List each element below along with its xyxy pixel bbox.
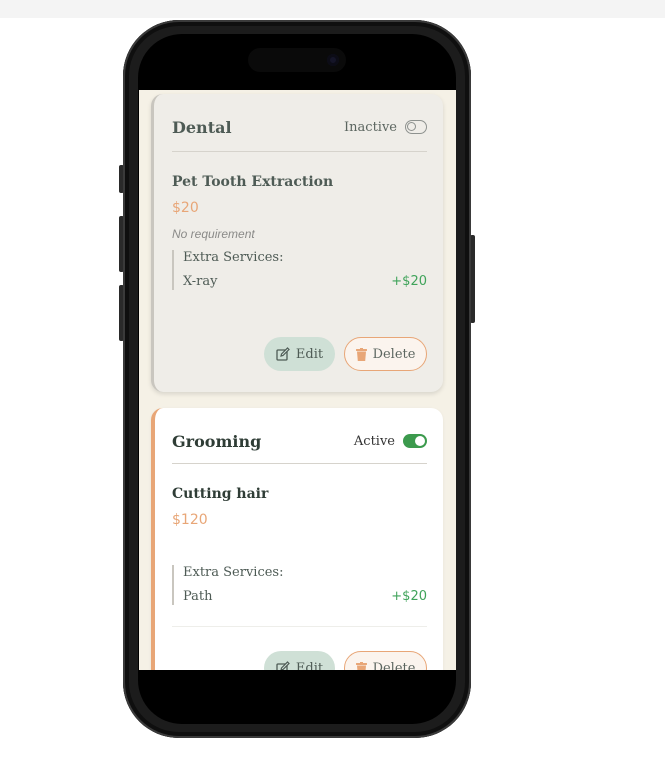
edit-button-label: Edit — [295, 346, 324, 362]
delete-button[interactable]: Delete — [344, 337, 427, 371]
front-camera-icon — [327, 54, 339, 66]
service-price: $120 — [172, 512, 208, 528]
service-name: Pet Tooth Extraction — [172, 174, 334, 190]
browser-top-strip — [0, 0, 665, 18]
extra-services-label: Extra Services: — [183, 565, 284, 580]
status-label: Active — [353, 433, 395, 449]
toggle-on-icon[interactable] — [403, 434, 427, 448]
edit-button-label: Edit — [295, 660, 324, 671]
extra-service-row: X-ray +$20 — [183, 274, 427, 290]
extra-services: Extra Services: Path +$20 — [172, 565, 427, 605]
card-header: Dental Inactive — [172, 114, 427, 140]
service-name: Cutting hair — [172, 486, 269, 502]
delete-button-label: Delete — [372, 660, 416, 671]
card-divider — [172, 463, 427, 464]
status-toggle-group[interactable]: Inactive — [344, 120, 427, 135]
card-header: Grooming Active — [172, 428, 427, 454]
delete-button[interactable]: Delete — [344, 651, 427, 670]
trash-icon — [355, 347, 367, 361]
service-card-grooming: Grooming Active Cutting hair $120 Extra … — [151, 408, 443, 670]
edit-button[interactable]: Edit — [264, 337, 335, 371]
card-divider — [172, 626, 427, 627]
edit-icon — [276, 661, 290, 670]
services-list[interactable]: Dental Inactive Pet Tooth Extraction $20… — [139, 90, 456, 670]
delete-button-label: Delete — [372, 346, 416, 362]
edit-button[interactable]: Edit — [264, 651, 335, 670]
card-actions: Edit Delete — [264, 337, 427, 371]
extra-service-price: +$20 — [391, 589, 427, 604]
extra-service-name: X-ray — [183, 274, 218, 289]
status-label: Inactive — [344, 119, 397, 135]
trash-icon — [355, 661, 367, 670]
extra-service-price: +$20 — [391, 274, 427, 289]
toggle-off-icon[interactable] — [405, 120, 427, 134]
status-toggle-group[interactable]: Active — [354, 434, 427, 449]
card-actions: Edit Delete — [264, 651, 427, 670]
extra-services: Extra Services: X-ray +$20 — [172, 250, 427, 290]
service-card-dental: Dental Inactive Pet Tooth Extraction $20… — [151, 94, 443, 392]
extra-services-label: Extra Services: — [183, 250, 284, 265]
service-requirement: No requirement — [172, 227, 255, 241]
edit-icon — [276, 347, 290, 361]
service-price: $20 — [172, 200, 199, 216]
category-title: Dental — [172, 117, 232, 137]
category-title: Grooming — [172, 431, 262, 451]
card-divider — [172, 151, 427, 152]
extra-service-row: Path +$20 — [183, 589, 427, 605]
extra-service-name: Path — [183, 589, 213, 604]
